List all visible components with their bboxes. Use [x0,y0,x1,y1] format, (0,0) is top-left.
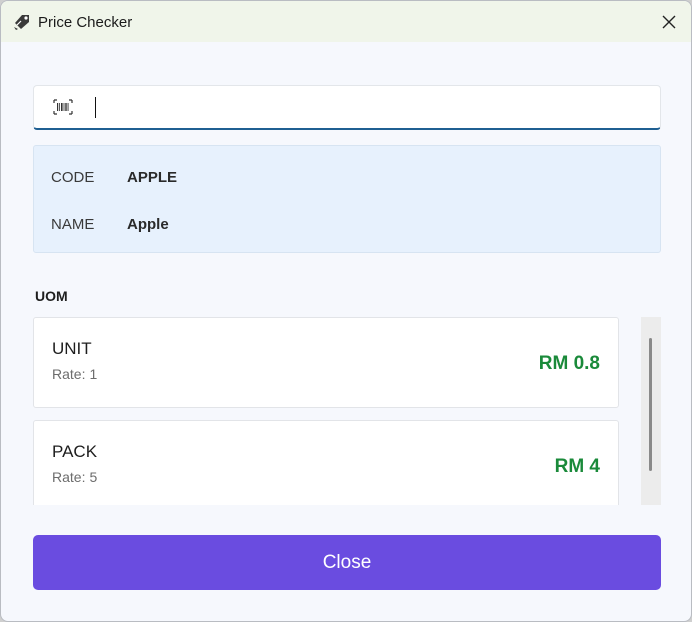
barcode-icon [53,99,73,115]
uom-rate: Rate: 1 [52,366,97,382]
uom-price: RM 4 [554,456,600,477]
name-value: Apple [127,216,169,233]
code-value: APPLE [127,169,178,186]
uom-name: PACK [52,442,98,461]
name-label: NAME [51,216,95,233]
uom-price: RM 0.8 [538,353,600,374]
uom-item[interactable]: UNIT Rate: 1 RM 0.8 [33,317,619,408]
uom-item[interactable]: PACK Rate: 5 RM 4 [33,420,619,505]
uom-heading: UOM [35,288,68,304]
uom-name: UNIT [52,339,92,358]
close-icon[interactable] [657,10,681,34]
uom-rate-value: 1 [89,366,98,382]
code-label: CODE [51,169,95,186]
price-checker-window: Price Checker CODE APPLE NAME Apple UOM … [0,0,692,622]
title-bar: Price Checker [1,1,691,42]
uom-rate: Rate: 5 [52,469,97,485]
uom-scrollbar-thumb[interactable] [649,338,652,471]
barcode-search-field[interactable] [33,85,661,130]
text-caret [95,97,96,118]
barcode-input[interactable] [94,93,644,121]
uom-rate-label: Rate: [52,469,86,485]
close-button[interactable]: Close [33,535,661,590]
uom-rate-label: Rate: [52,366,86,382]
window-title: Price Checker [38,14,133,31]
uom-list: UNIT Rate: 1 RM 0.8 PACK Rate: 5 RM 4 [33,317,620,505]
price-tag-icon [13,12,32,31]
product-info-panel: CODE APPLE NAME Apple [33,145,661,253]
uom-rate-value: 5 [89,469,98,485]
